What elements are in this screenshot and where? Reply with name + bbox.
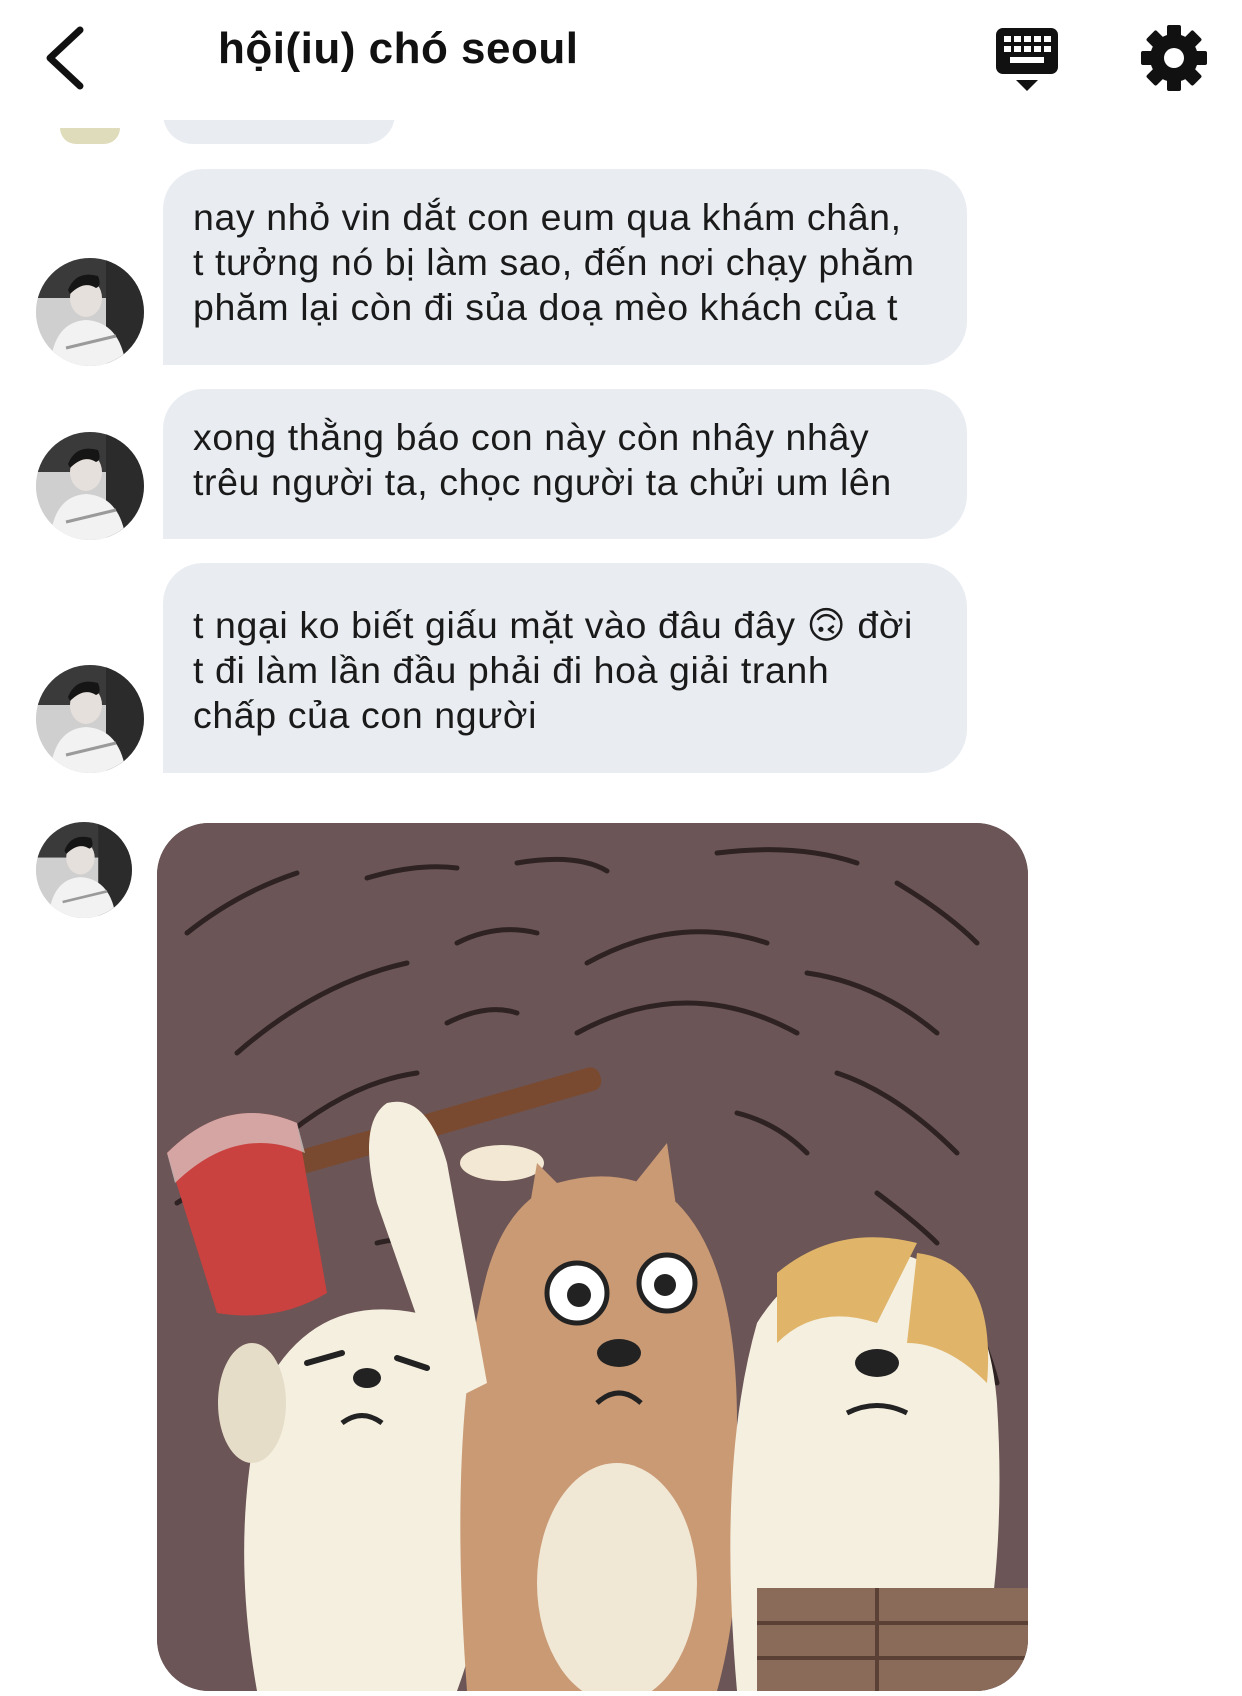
chat-screen: hội(iu) chó seoul nay nhỏ vin dắt con eu…	[0, 0, 1242, 1696]
avatar[interactable]	[36, 258, 144, 366]
avatar[interactable]	[36, 822, 132, 918]
sticker-image[interactable]	[157, 823, 1028, 1691]
upside-down-face-emoji: 🙃	[806, 604, 847, 646]
message-text: xong thằng báo con này còn nhây nhây trê…	[193, 416, 892, 503]
keyboard-icon	[996, 28, 1058, 91]
avatar[interactable]	[36, 665, 144, 773]
chat-title: hội(iu) chó seoul	[218, 24, 579, 73]
gear-icon	[1141, 25, 1207, 91]
back-button[interactable]	[36, 18, 106, 98]
user-photo-icon	[36, 258, 144, 366]
message-bubble: nay nhỏ vin dắt con eum qua khám chân, t…	[163, 169, 967, 365]
avatar[interactable]	[60, 128, 120, 144]
keyboard-button[interactable]	[994, 24, 1060, 94]
message-text: nay nhỏ vin dắt con eum qua khám chân, t…	[193, 196, 915, 328]
message-bubble: t ngại ko biết giấu mặt vào đâu đây 🙃 đờ…	[163, 563, 967, 773]
avatar[interactable]	[36, 432, 144, 540]
message-bubble: xong thằng báo con này còn nhây nhây trê…	[163, 389, 967, 539]
user-photo-icon	[36, 665, 144, 773]
user-photo-icon	[36, 822, 132, 918]
chevron-left-icon	[46, 26, 84, 90]
cartoon-dogs-axe-sticker	[157, 823, 1028, 1691]
chat-header: hội(iu) chó seoul	[0, 0, 1242, 120]
message-text: t ngại ko biết giấu mặt vào đâu đây 🙃 đờ…	[193, 604, 913, 736]
user-photo-icon	[36, 432, 144, 540]
settings-button[interactable]	[1138, 22, 1210, 94]
